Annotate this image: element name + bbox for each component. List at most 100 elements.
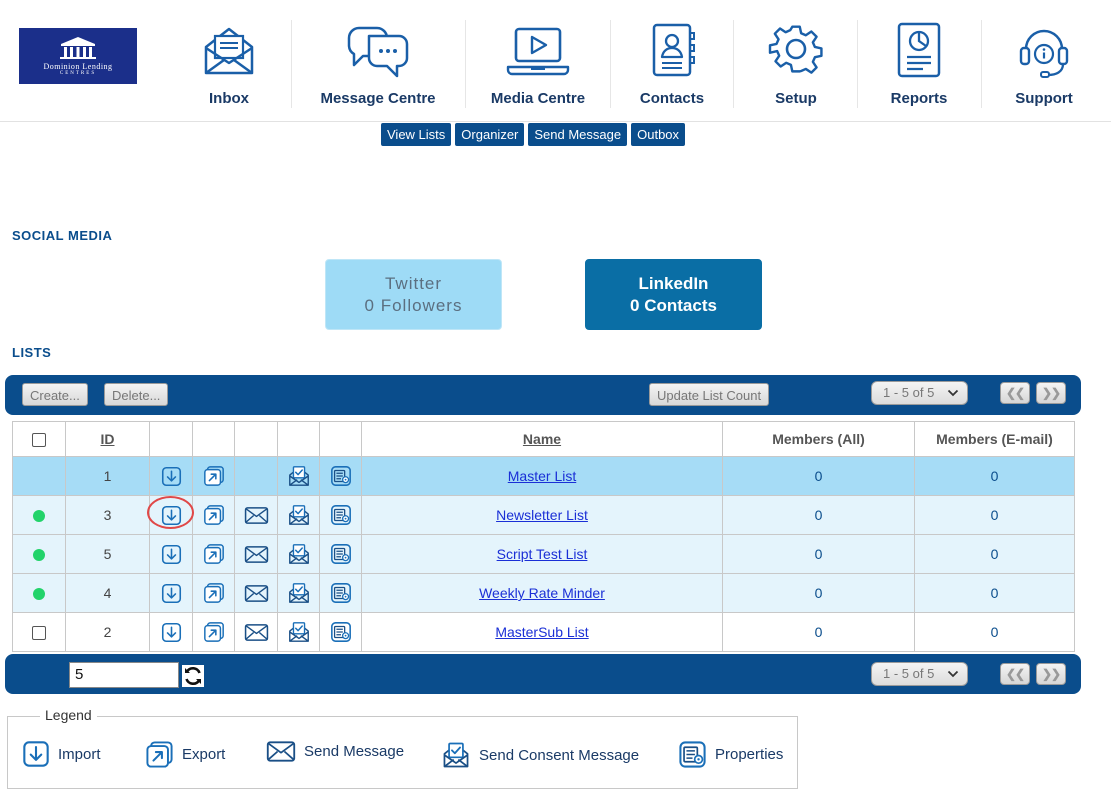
id-column-header[interactable]: ID — [65, 421, 150, 457]
export-icon[interactable] — [203, 543, 225, 565]
send-message-button[interactable]: Send Message — [528, 123, 628, 146]
update-list-count-button[interactable]: Update List Count — [649, 383, 770, 406]
create-button[interactable]: Create... — [22, 383, 88, 406]
row-status-cell — [12, 534, 66, 574]
prev-page-button[interactable]: ❮❮ — [1000, 382, 1030, 404]
import-icon[interactable] — [161, 544, 182, 565]
chevron-down-icon — [947, 389, 959, 397]
row-id: 3 — [65, 495, 150, 535]
footer-prev-page-button[interactable]: ❮❮ — [1000, 663, 1030, 685]
export-icon[interactable] — [203, 621, 225, 643]
row-members-all: 0 — [722, 573, 915, 613]
nav-media-centre[interactable]: Media Centre — [488, 0, 588, 121]
nav-reports[interactable]: Reports — [886, 0, 952, 121]
refresh-button[interactable] — [182, 665, 204, 687]
table-row[interactable]: 2 MasterSub List 0 0 — [12, 612, 1075, 652]
organizer-button[interactable]: Organizer — [455, 123, 525, 146]
row-properties-cell — [319, 573, 362, 613]
import-icon — [22, 740, 50, 768]
top-navigation: Dominion Lending CENTRES Inbox Message C… — [0, 0, 1111, 122]
nav-reports-label: Reports — [890, 90, 948, 107]
properties-icon[interactable] — [330, 582, 352, 604]
list-name-link[interactable]: Master List — [508, 468, 576, 484]
table-row[interactable]: 5 Script Test List 0 0 — [12, 534, 1075, 574]
send-message-icon[interactable] — [244, 545, 269, 564]
next-page-button[interactable]: ❯❯ — [1036, 382, 1066, 404]
nav-divider — [981, 20, 982, 108]
footer-page-range-select[interactable]: 1 - 5 of 5 — [871, 662, 968, 686]
row-consent-cell — [277, 573, 320, 613]
legend-send-message-label: Send Message — [304, 743, 405, 760]
dominion-lending-logo[interactable]: Dominion Lending CENTRES — [19, 28, 137, 84]
list-name-link[interactable]: MasterSub List — [495, 624, 588, 640]
table-row[interactable]: 1 Master List 0 0 — [12, 456, 1075, 496]
import-icon[interactable] — [161, 583, 182, 604]
lists-table: ID Name Members (All) Members (E-mail) 1… — [12, 421, 1075, 652]
row-id: 5 — [65, 534, 150, 574]
row-name-cell: Master List — [361, 456, 723, 496]
properties-icon[interactable] — [330, 543, 352, 565]
nav-media-centre-label: Media Centre — [490, 90, 586, 107]
send-message-icon[interactable] — [244, 506, 269, 525]
linkedin-card[interactable]: LinkedIn 0 Contacts — [585, 259, 762, 330]
properties-icon[interactable] — [330, 621, 352, 643]
list-name-link[interactable]: Newsletter List — [496, 507, 588, 523]
delete-button[interactable]: Delete... — [104, 383, 169, 406]
row-import-cell — [149, 612, 193, 652]
send-consent-icon[interactable] — [287, 620, 311, 644]
send-consent-icon — [441, 740, 471, 770]
list-name-link[interactable]: Weekly Rate Minder — [479, 585, 605, 601]
nav-support-label: Support — [1015, 90, 1073, 107]
import-icon[interactable] — [161, 466, 182, 487]
active-status-dot — [33, 549, 45, 562]
view-lists-button[interactable]: View Lists — [381, 123, 452, 146]
page-range-select[interactable]: 1 - 5 of 5 — [871, 381, 968, 405]
row-id: 4 — [65, 573, 150, 613]
page-size-input[interactable]: 5 — [69, 662, 179, 688]
nav-message-centre[interactable]: Message Centre — [318, 0, 438, 121]
send-message-icon[interactable] — [244, 623, 269, 642]
select-all-checkbox[interactable] — [32, 433, 46, 448]
properties-column-header — [319, 421, 362, 457]
active-status-dot — [33, 588, 45, 601]
send-consent-icon[interactable] — [287, 503, 311, 527]
list-name-link[interactable]: Script Test List — [497, 546, 588, 562]
chat-bubbles-icon — [347, 26, 409, 78]
send-message-icon[interactable] — [244, 584, 269, 603]
nav-contacts[interactable]: Contacts — [636, 0, 708, 121]
export-icon[interactable] — [203, 582, 225, 604]
export-icon[interactable] — [203, 504, 225, 526]
row-consent-cell — [277, 495, 320, 535]
footer-next-page-button[interactable]: ❯❯ — [1036, 663, 1066, 685]
import-icon[interactable] — [161, 622, 182, 643]
export-icon[interactable] — [203, 465, 225, 487]
name-column-header[interactable]: Name — [361, 421, 723, 457]
nav-message-centre-label: Message Centre — [320, 90, 436, 107]
legend-send-consent: Send Consent Message — [441, 740, 639, 770]
nav-support[interactable]: Support — [1012, 0, 1076, 121]
send-consent-icon[interactable] — [287, 464, 311, 488]
row-properties-cell — [319, 495, 362, 535]
row-properties-cell — [319, 534, 362, 574]
nav-divider — [465, 20, 466, 108]
nav-divider — [291, 20, 292, 108]
properties-icon[interactable] — [330, 504, 352, 526]
row-members-email: 0 — [914, 456, 1075, 496]
table-row[interactable]: 4 Weekly Rate Minder 0 0 — [12, 573, 1075, 613]
twitter-followers: 0 Followers — [364, 295, 463, 315]
properties-icon[interactable] — [330, 465, 352, 487]
logo-subtext: CENTRES — [59, 71, 97, 76]
legend-send-consent-label: Send Consent Message — [479, 746, 640, 764]
row-status-cell — [12, 495, 66, 535]
row-checkbox[interactable] — [32, 626, 46, 641]
nav-inbox[interactable]: Inbox — [200, 0, 258, 121]
nav-setup[interactable]: Setup — [766, 0, 826, 121]
headset-support-icon — [1019, 29, 1069, 78]
twitter-card[interactable]: Twitter 0 Followers — [325, 259, 502, 330]
outbox-button[interactable]: Outbox — [631, 123, 686, 146]
row-consent-cell — [277, 456, 320, 496]
legend-properties-label: Properties — [715, 746, 784, 763]
send-consent-icon[interactable] — [287, 581, 311, 605]
row-export-cell — [192, 573, 235, 613]
send-consent-icon[interactable] — [287, 542, 311, 566]
